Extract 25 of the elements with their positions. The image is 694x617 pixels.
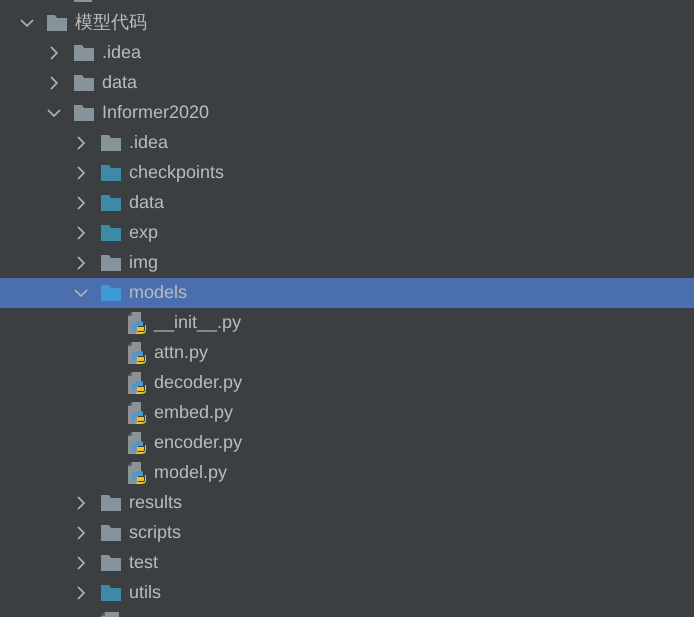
folder-name[interactable]: 模型代码	[75, 12, 147, 34]
folder-name[interactable]: .idea	[129, 132, 168, 154]
folder-name[interactable]: results	[129, 492, 182, 514]
folder-name[interactable]: Informer2020	[102, 102, 210, 124]
file-name[interactable]: decoder.py	[154, 372, 242, 394]
python-file-icon	[128, 462, 146, 484]
folder-name[interactable]: exp	[129, 222, 158, 244]
folder-name[interactable]: scripts	[129, 522, 182, 544]
python-file-icon	[128, 402, 146, 424]
file-name[interactable]: model.py	[154, 462, 228, 484]
folder-name[interactable]: data	[129, 192, 164, 214]
python-file-icon	[128, 312, 146, 334]
folder-name[interactable]: img	[129, 252, 158, 274]
file-name[interactable]: __init__.py	[154, 312, 242, 334]
python-file-icon	[128, 372, 146, 394]
python-file-icon	[128, 342, 146, 364]
folder-name[interactable]: checkpoints	[129, 162, 224, 184]
file-name[interactable]: embed.py	[154, 402, 234, 424]
folder-name[interactable]: test	[129, 552, 158, 574]
python-file-icon	[128, 432, 146, 454]
file-name[interactable]: encoder.py	[154, 432, 242, 454]
file-name[interactable]: attn.py	[154, 342, 208, 364]
folder-name[interactable]: data	[102, 72, 138, 94]
folder-name[interactable]: utils	[129, 582, 162, 604]
folder-name[interactable]: .idea	[102, 42, 142, 64]
